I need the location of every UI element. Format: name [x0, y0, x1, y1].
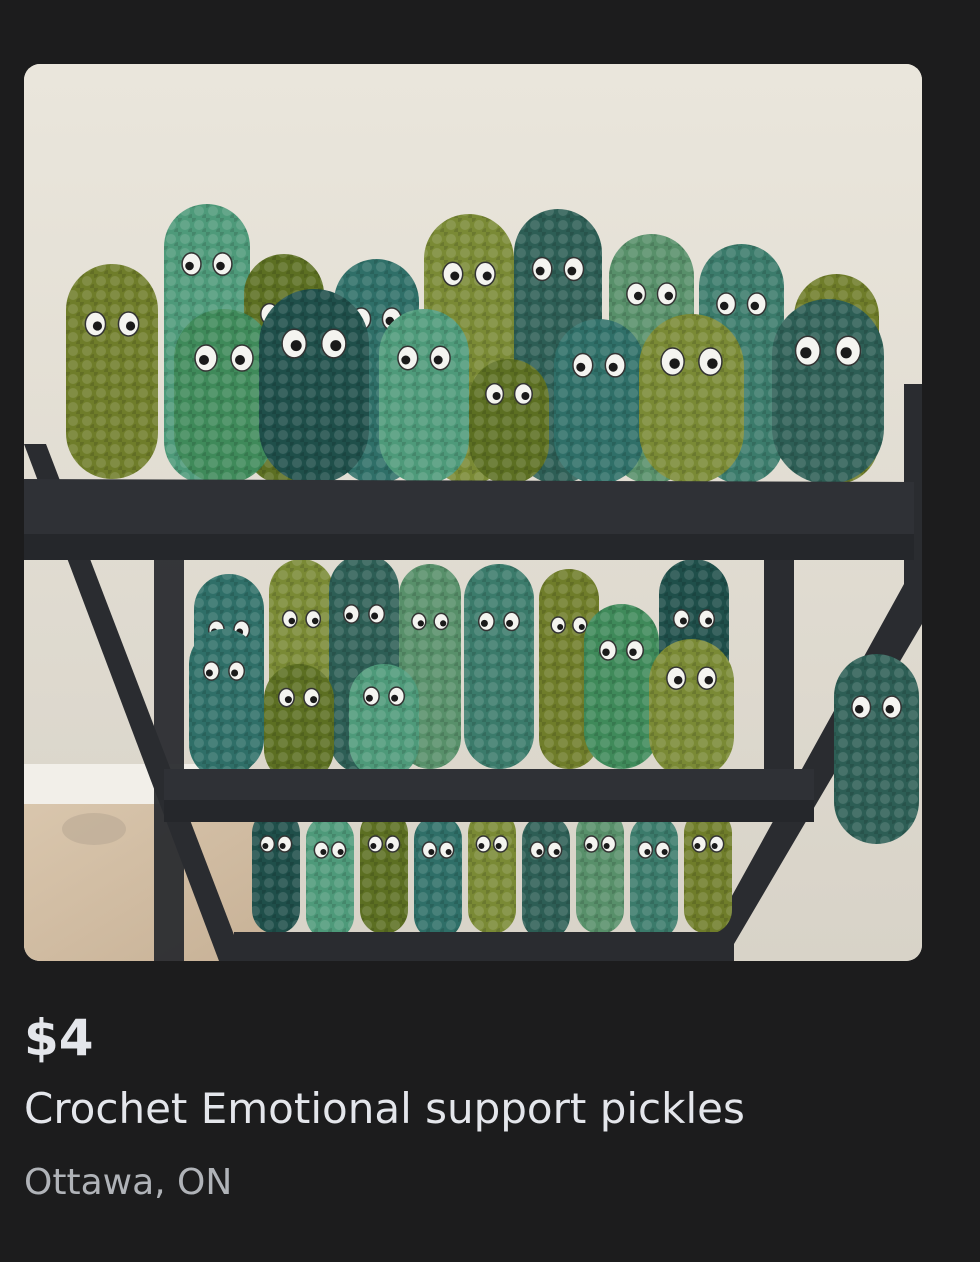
listing-price: $4 [24, 1009, 94, 1067]
listing-photo[interactable] [24, 64, 922, 961]
marketplace-listing-card[interactable]: $4 Crochet Emotional support pickles Ott… [0, 0, 980, 1262]
listing-location: Ottawa, ON [24, 1162, 233, 1203]
listing-title[interactable]: Crochet Emotional support pickles [24, 1080, 745, 1138]
listing-photo-image [24, 64, 922, 961]
